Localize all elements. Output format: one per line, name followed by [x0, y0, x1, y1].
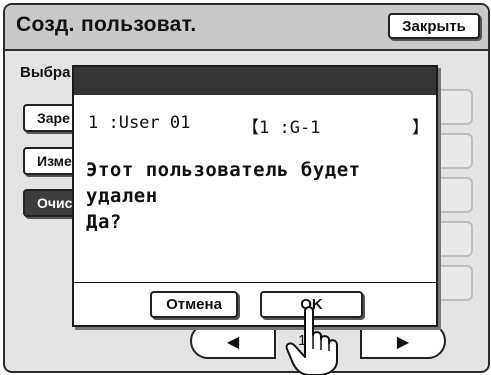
prev-page-button[interactable]: ◀	[190, 323, 276, 359]
confirm-dialog: 1 :User 01 【1 :G-1 】 Этот пользователь б…	[72, 65, 438, 327]
message-line-3: Да?	[86, 211, 122, 233]
close-button[interactable]: Закрыть	[388, 13, 480, 39]
pointing-hand-icon	[285, 306, 338, 375]
header-bar: Созд. пользоват. Закрыть	[5, 5, 488, 51]
user-number: 1 :User 01	[88, 113, 191, 133]
dialog-divider	[74, 282, 436, 283]
right-arrow-icon: ▶	[396, 331, 410, 351]
message-line-2: удален	[86, 185, 158, 207]
select-label: Выбра	[20, 64, 71, 81]
group-label-end: 】	[412, 118, 429, 138]
page-title: Созд. пользоват.	[16, 13, 197, 36]
left-arrow-icon: ◀	[226, 331, 240, 351]
message-line-1: Этот пользователь будет	[86, 159, 361, 181]
cancel-button[interactable]: Отмена	[150, 291, 238, 318]
group-label: 【1 :G-1	[242, 118, 321, 138]
dialog-title-bar	[74, 67, 436, 95]
next-page-button[interactable]: ▶	[360, 323, 446, 359]
